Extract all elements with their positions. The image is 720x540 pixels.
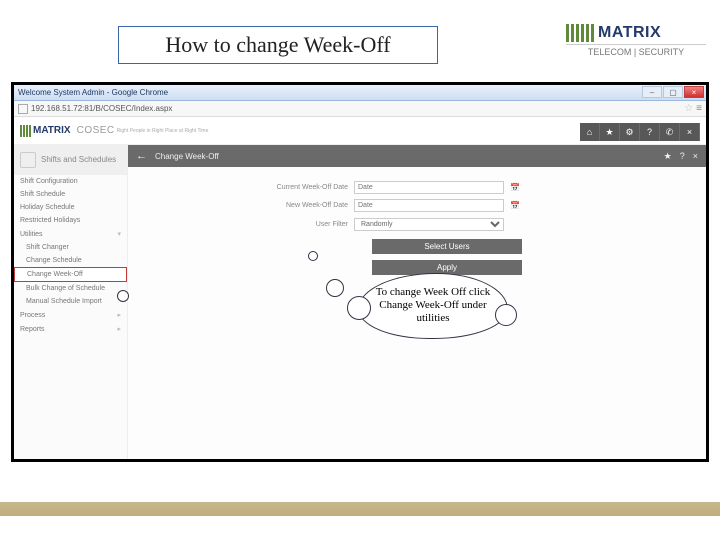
help-icon[interactable]: ? [640,123,660,141]
favorite-icon[interactable]: ★ [600,123,620,141]
sidebar-item-shift-schedule[interactable]: Shift Schedule [14,188,127,201]
callout-text: To change Week Off click Change Week-Off… [376,286,491,324]
slide-title: How to change Week-Off [165,32,390,58]
label-new-weekoff: New Week-Off Date [208,202,348,209]
product-tagline: Right People in Right Place at Right Tim… [117,128,209,134]
header-help-icon[interactable]: ? [680,151,685,162]
sidebar: Shifts and Schedules Shift Configuration… [14,145,128,459]
window-maximize-button[interactable]: ▢ [663,86,683,98]
back-arrow-icon[interactable]: ← [136,150,147,162]
input-current-weekoff[interactable] [354,181,504,194]
sidebar-item-shift-changer[interactable]: Shift Changer [14,241,127,254]
page-icon [18,104,28,114]
calendar-icon[interactable]: 📅 [510,183,521,192]
form-area: Current Week-Off Date 📅 New Week-Off Dat… [128,167,706,278]
label-user-filter: User Filter [208,221,348,228]
chevron-right-icon: ▸ [117,311,121,319]
bookmark-icon[interactable]: ☆ [684,103,693,114]
sidebar-section-title: Shifts and Schedules [41,156,116,164]
main-header-title: Change Week-Off [155,152,219,161]
main-header-bar: ← Change Week-Off ★ ? × [128,145,706,167]
header-star-icon[interactable]: ★ [664,151,672,162]
settings-icon[interactable]: ⚙ [620,123,640,141]
schedule-icon [20,152,36,168]
logo-word: MATRIX [598,24,661,42]
app-brand: MATRIX [20,125,71,137]
matrix-logo: MATRIX TELECOM | SECURITY [566,22,706,57]
logo-bars-icon [566,24,594,42]
select-user-filter[interactable]: Randomly [354,218,504,231]
close-icon[interactable]: × [680,123,700,141]
sidebar-item-shift-config[interactable]: Shift Configuration [14,175,127,188]
calendar-icon[interactable]: 📅 [510,201,521,210]
sidebar-item-utilities[interactable]: Utilities▾ [14,227,127,241]
home-icon[interactable]: ⌂ [580,123,600,141]
logo-subtitle: TELECOM | SECURITY [566,44,706,57]
browser-address-bar: ☆ ≡ [14,101,706,117]
slide-footer-stripe [0,502,720,516]
browser-menu-icon[interactable]: ≡ [696,103,702,114]
chevron-down-icon: ▾ [117,230,121,238]
app-screenshot: Welcome System Admin - Google Chrome – ▢… [11,82,709,462]
phone-icon[interactable]: ✆ [660,123,680,141]
mini-bars-icon [20,125,31,137]
select-users-button[interactable]: Select Users [372,239,522,254]
window-close-button[interactable]: × [684,86,704,98]
label-current-weekoff: Current Week-Off Date [208,184,348,191]
sidebar-item-bulk-change[interactable]: Bulk Change of Schedule [14,282,127,295]
cloud-bubble-icon [326,279,344,297]
sidebar-item-change-weekoff[interactable]: Change Week-Off [14,267,127,282]
slide-title-box: How to change Week-Off [118,26,438,64]
cloud-anchor-bubble [117,290,129,302]
sidebar-section-head[interactable]: Shifts and Schedules [14,145,127,175]
sidebar-item-reports[interactable]: Reports▸ [14,322,127,336]
main-panel: ← Change Week-Off ★ ? × Current Week-Off… [128,145,706,459]
sidebar-item-manual-import[interactable]: Manual Schedule Import [14,295,127,308]
input-new-weekoff[interactable] [354,199,504,212]
sidebar-item-holiday-schedule[interactable]: Holiday Schedule [14,201,127,214]
browser-titlebar: Welcome System Admin - Google Chrome – ▢… [14,85,706,101]
cloud-bubble-icon [308,251,318,261]
header-close-icon[interactable]: × [693,151,698,162]
window-minimize-button[interactable]: – [642,86,662,98]
app-header: MATRIX COSEC Right People in Right Place… [14,117,706,145]
product-name: COSEC [77,125,115,136]
browser-tab-title: Welcome System Admin - Google Chrome [18,88,168,97]
sidebar-item-restricted-holidays[interactable]: Restricted Holidays [14,214,127,227]
sidebar-item-process[interactable]: Process▸ [14,308,127,322]
url-input[interactable] [31,104,681,113]
callout-cloud: To change Week Off click Change Week-Off… [358,273,508,339]
sidebar-item-change-schedule[interactable]: Change Schedule [14,254,127,267]
app-brand-name: MATRIX [33,125,71,136]
chevron-right-icon: ▸ [117,325,121,333]
